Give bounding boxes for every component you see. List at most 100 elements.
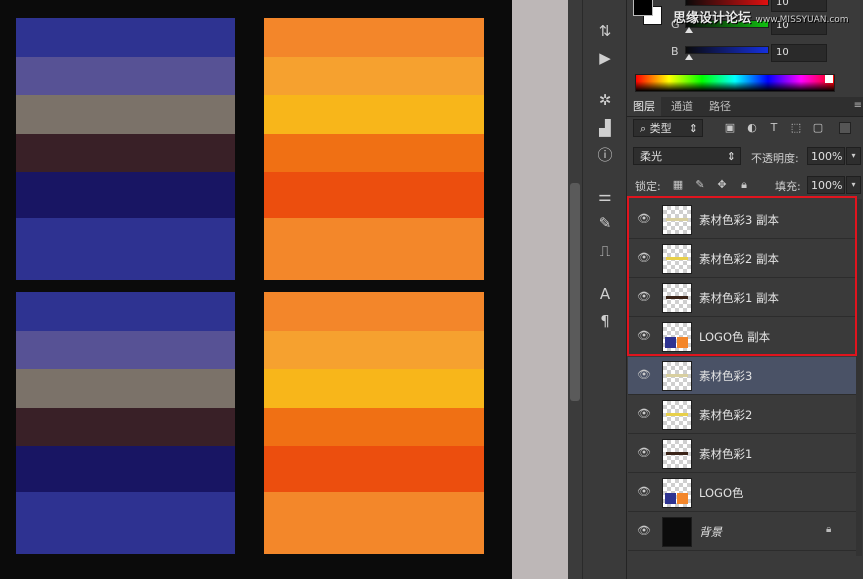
info-icon[interactable]: ⓘ — [592, 144, 618, 166]
highlight-box — [627, 196, 857, 356]
layer-thumbnail[interactable] — [662, 517, 692, 547]
foreground-color-swatch[interactable] — [633, 0, 653, 16]
eye-visibility-icon[interactable]: 👁︎ — [636, 485, 652, 499]
color-band — [16, 133, 235, 173]
scrollbar-thumb[interactable] — [570, 183, 580, 401]
color-band — [264, 446, 484, 493]
layer-thumbnail[interactable] — [662, 439, 692, 469]
fill-label: 填充: — [775, 180, 801, 193]
layer-name[interactable]: 素材色彩3 — [699, 368, 752, 384]
character-icon[interactable]: A — [592, 283, 618, 305]
filter-toggle[interactable] — [839, 122, 851, 134]
color-band — [16, 446, 235, 493]
layers-panel-tabs: 图层 通道 路径 ≡ — [627, 97, 863, 117]
color-band — [16, 292, 235, 331]
opacity-dropdown-arrow[interactable]: ▾ — [846, 147, 861, 165]
histogram-icon[interactable]: ▟ — [592, 117, 618, 139]
color-spectrum-bar[interactable] — [635, 74, 835, 92]
blend-mode-select[interactable]: 柔光 ⇕ — [633, 147, 741, 165]
layer-row[interactable]: 👁︎ 素材色彩3 — [628, 357, 859, 395]
vertical-scrollbar[interactable] — [568, 0, 582, 579]
color-band — [264, 492, 484, 554]
shape-filter-icon[interactable]: ⬚ — [789, 121, 803, 135]
layer-name[interactable]: 素材色彩1 — [699, 446, 752, 462]
layer-row[interactable]: 👁︎ 素材色彩1 — [628, 435, 859, 473]
layer-thumbnail[interactable] — [662, 361, 692, 391]
b-slider[interactable] — [685, 46, 769, 54]
layer-name[interactable]: LOGO色 — [699, 485, 744, 501]
eye-visibility-icon[interactable]: 👁︎ — [636, 524, 652, 538]
pasteboard — [512, 0, 568, 579]
color-band — [16, 56, 235, 96]
color-band — [16, 95, 235, 134]
brush-icon[interactable]: ✎ — [592, 212, 618, 234]
eye-visibility-icon[interactable]: 👁︎ — [636, 368, 652, 382]
color-band — [264, 133, 484, 173]
fill-dropdown-arrow[interactable]: ▾ — [846, 176, 861, 194]
document-canvas[interactable] — [0, 0, 512, 579]
pixel-filter-icon[interactable]: ▣ — [723, 121, 737, 135]
fill-field[interactable]: 100% — [807, 176, 845, 194]
lock-transparent-icon[interactable]: ▦ — [671, 178, 685, 192]
g-slider-handle[interactable] — [685, 27, 693, 33]
color-band — [16, 492, 235, 554]
layer-row[interactable]: 👁︎ 素材色彩2 — [628, 396, 859, 434]
layer-thumbnail[interactable] — [662, 400, 692, 430]
layer-name[interactable]: 背景 — [699, 524, 722, 540]
tab-layers[interactable]: 图层 — [627, 97, 661, 116]
color-band — [16, 330, 235, 370]
color-band — [264, 172, 484, 219]
lock-label: 锁定: — [635, 180, 661, 193]
orange-palette-bottom — [264, 292, 484, 554]
r-slider[interactable] — [685, 0, 769, 6]
history-icon[interactable]: ⇅ — [592, 20, 618, 42]
color-band — [16, 218, 235, 280]
b-value-field[interactable]: 10 — [771, 44, 827, 62]
chevron-updown-icon: ⇕ — [688, 122, 698, 135]
color-band — [264, 407, 484, 447]
search-icon: ⌕ — [640, 122, 647, 135]
blue-palette-top — [16, 18, 235, 280]
color-band — [264, 18, 484, 57]
opacity-field[interactable]: 100% — [807, 147, 845, 165]
navigator-wheel-icon[interactable]: ✲ — [592, 89, 618, 111]
adjustment-filter-icon[interactable]: ◐ — [745, 121, 759, 135]
b-slider-handle[interactable] — [685, 54, 693, 60]
color-band — [264, 292, 484, 331]
color-band — [16, 18, 235, 57]
actions-play-icon[interactable]: ▶ — [592, 47, 618, 69]
paragraph-icon[interactable]: ¶ — [592, 310, 618, 332]
clone-source-icon[interactable]: ⎍ — [592, 240, 618, 262]
lock-paint-icon[interactable]: ✎ — [693, 178, 707, 192]
smart-object-filter-icon[interactable]: ▢ — [811, 121, 825, 135]
color-band — [16, 407, 235, 447]
eye-visibility-icon[interactable]: 👁︎ — [636, 446, 652, 460]
chevron-updown-icon: ⇕ — [726, 150, 736, 163]
color-band — [16, 172, 235, 219]
eye-visibility-icon[interactable]: 👁︎ — [636, 407, 652, 421]
tab-paths[interactable]: 路径 — [703, 97, 737, 116]
color-band — [264, 330, 484, 370]
lock-position-icon[interactable]: ✥ — [715, 178, 729, 192]
orange-palette-top — [264, 18, 484, 280]
lock-all-icon[interactable]: 🔒︎ — [737, 178, 751, 192]
panel-menu-icon[interactable]: ≡ — [854, 100, 862, 111]
layer-filter-select[interactable]: ⌕ 类型 ⇕ — [633, 119, 703, 137]
layer-row[interactable]: 👁︎ 背景 🔒︎ — [628, 513, 859, 551]
brush-presets-icon[interactable]: ⚌ — [592, 185, 618, 207]
color-band — [264, 369, 484, 408]
color-band — [264, 218, 484, 280]
layer-row[interactable]: 👁︎ LOGO色 — [628, 474, 859, 512]
blue-palette-bottom — [16, 292, 235, 554]
watermark: 思缘设计论坛 www.MISSYUAN.com — [673, 11, 849, 26]
spectrum-white-black[interactable] — [825, 75, 833, 83]
color-band — [264, 95, 484, 134]
layer-name[interactable]: 素材色彩2 — [699, 407, 752, 423]
layer-thumbnail[interactable] — [662, 478, 692, 508]
opacity-label: 不透明度: — [751, 152, 799, 165]
b-label: B — [671, 45, 679, 58]
panel-icon-strip: ⇅ ▶ ✲ ▟ ⓘ ⚌ ✎ ⎍ A ¶ — [582, 0, 627, 579]
lock-icon: 🔒︎ — [826, 524, 832, 535]
tab-channels[interactable]: 通道 — [665, 97, 699, 116]
type-filter-icon[interactable]: T — [767, 121, 781, 135]
